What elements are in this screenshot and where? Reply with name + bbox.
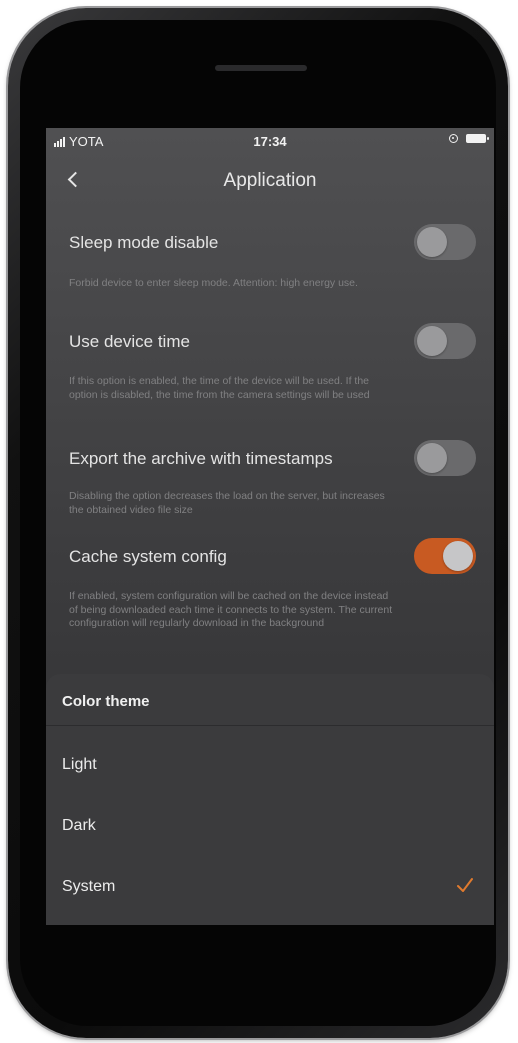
setting-description: If enabled, system configuration will be… (69, 590, 393, 629)
setting-title: Cache system config (69, 547, 227, 566)
location-icon (449, 134, 458, 143)
setting-title: Sleep mode disable (69, 233, 219, 252)
option-label: System (62, 878, 116, 895)
nav-bar: Application (46, 162, 494, 198)
theme-option-system[interactable]: System (46, 858, 494, 918)
device-time-toggle[interactable] (414, 323, 476, 359)
setting-description: If this option is enabled, the time of t… (69, 375, 370, 401)
battery-icon (466, 134, 489, 143)
checkmark-icon (457, 878, 473, 892)
toggle-knob (417, 443, 447, 473)
option-label: Dark (62, 817, 96, 834)
cache-config-toggle[interactable] (414, 538, 476, 574)
setting-title: Export the archive with timestamps (69, 449, 333, 468)
setting-description: Disabling the option decreases the load … (69, 490, 385, 516)
page-title: Application (223, 170, 317, 191)
export-timestamps-toggle[interactable] (414, 440, 476, 476)
toggle-knob (417, 326, 447, 356)
toggle-knob (417, 227, 447, 257)
sheet-title: Color theme (62, 693, 150, 710)
setting-title: Use device time (69, 332, 190, 351)
earpiece-speaker (215, 65, 307, 71)
app-screen: YOTA 17:34 Application Sleep mode disabl… (46, 128, 494, 925)
setting-description: Forbid device to enter sleep mode. Atten… (69, 277, 358, 289)
theme-option-dark[interactable]: Dark (46, 797, 494, 857)
sheet-header: Color theme (46, 674, 494, 726)
sleep-mode-toggle[interactable] (414, 224, 476, 260)
toggle-knob (443, 541, 473, 571)
status-right (449, 134, 489, 143)
theme-option-light[interactable]: Light (46, 736, 494, 796)
status-bar: YOTA 17:34 (46, 128, 494, 154)
option-label: Light (62, 756, 97, 773)
color-theme-sheet: Color theme Light Dark System (46, 674, 494, 925)
status-time: 17:34 (253, 134, 287, 149)
